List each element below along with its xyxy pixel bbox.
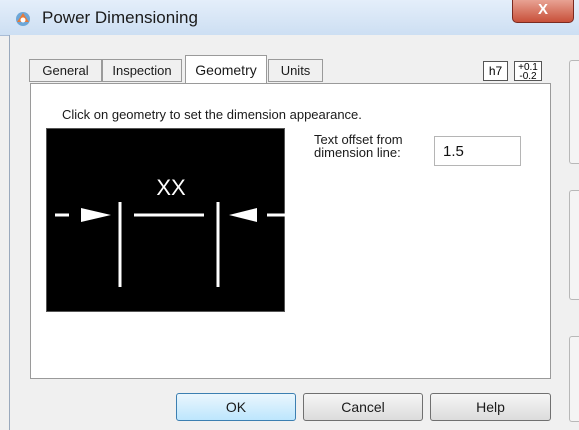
cancel-button[interactable]: Cancel: [303, 393, 423, 421]
text-offset-input[interactable]: 1.5: [434, 136, 521, 166]
power-dimensioning-icon: [16, 12, 30, 26]
instruction-text: Click on geometry to set the dimension a…: [62, 107, 362, 122]
tab-units[interactable]: Units: [268, 59, 323, 82]
text-offset-label: Text offset from dimension line:: [314, 132, 403, 160]
tab-geometry[interactable]: Geometry: [185, 55, 267, 83]
window-title: Power Dimensioning: [42, 8, 198, 27]
close-icon: X: [537, 1, 548, 18]
side-group-edge: [569, 60, 579, 164]
title-bar[interactable]: Power Dimensioning X: [0, 0, 579, 36]
ok-button[interactable]: OK: [176, 393, 296, 421]
side-group-edge: [569, 336, 579, 422]
plus-minus-tolerance-button[interactable]: +0.1 -0.2: [514, 61, 542, 82]
fit-tolerance-button[interactable]: h7: [483, 61, 508, 81]
tab-general[interactable]: General: [29, 59, 102, 82]
left-arrowhead: [81, 208, 111, 222]
right-arrowhead: [229, 208, 257, 222]
tab-inspection[interactable]: Inspection: [102, 59, 182, 82]
side-group-edge: [569, 190, 579, 300]
help-button[interactable]: Help: [430, 393, 551, 421]
close-button[interactable]: X: [512, 0, 574, 23]
dimension-preview-drawing: XX: [55, 175, 285, 287]
preview-dimension-text: XX: [156, 175, 186, 200]
dimension-preview[interactable]: XX: [46, 128, 285, 312]
